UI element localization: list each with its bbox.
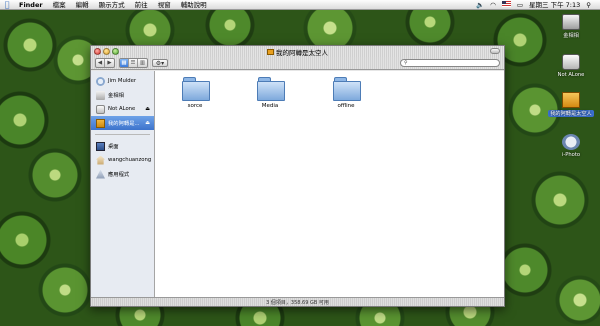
menu-go[interactable]: 前往 bbox=[130, 0, 153, 10]
menu-clock[interactable]: 星期三 下午 7:13 bbox=[526, 0, 583, 10]
toolbar-toggle-button[interactable] bbox=[490, 48, 500, 54]
menu-window[interactable]: 視窗 bbox=[153, 0, 176, 10]
home-icon bbox=[96, 118, 105, 128]
sidebar-divider bbox=[95, 134, 150, 135]
status-bar: 3 個項目，358.69 GB 可用 bbox=[91, 297, 504, 306]
nav-buttons: ◀ ▶ bbox=[95, 58, 115, 68]
menu-edit[interactable]: 編輯 bbox=[71, 0, 94, 10]
menu-file[interactable]: 檔案 bbox=[48, 0, 71, 10]
network-drive-icon bbox=[562, 54, 580, 70]
zoom-button[interactable] bbox=[112, 48, 119, 55]
folder-icon bbox=[257, 77, 285, 101]
desktop-icon-label: i-Photo bbox=[561, 152, 581, 158]
sidebar-item-label: 桌面 bbox=[108, 144, 119, 150]
menu-bar:  Finder 檔案 編輯 顯示方式 前往 視窗 輔助說明 🔈 ◠ ▭ 星期三… bbox=[0, 0, 600, 10]
desktop-icon-label: 我的阿轉是太空人 bbox=[548, 110, 594, 117]
desktop-icon-label: 金相相 bbox=[563, 33, 579, 39]
desktop-icon-iphoto[interactable]: i-Photo bbox=[546, 134, 596, 158]
desktop-icon-home-volume[interactable]: 我的阿轉是太空人 bbox=[546, 92, 596, 117]
menu-help[interactable]: 輔助說明 bbox=[176, 0, 212, 10]
folder-item[interactable]: offline bbox=[326, 77, 366, 109]
desktop-icon-label: Not ALone bbox=[557, 72, 585, 78]
toolbar: ◀ ▶ ▦ ☰ ▥ ⚙▾ ⚲ bbox=[91, 57, 504, 70]
speaker-icon[interactable]: 🔈 bbox=[473, 0, 487, 10]
status-text: 3 個項目，358.69 GB 可用 bbox=[266, 299, 329, 306]
folder-icon bbox=[182, 77, 210, 101]
sidebar-item-label: Not ALone bbox=[108, 106, 136, 112]
sidebar-item-applications[interactable]: 應用程式 bbox=[91, 167, 154, 181]
window-title: 我的阿轉是太空人 bbox=[276, 48, 328, 57]
view-buttons: ▦ ☰ ▥ bbox=[119, 58, 148, 68]
sidebar-item-home-volume[interactable]: 我的阿轉是... ⏏ bbox=[91, 116, 154, 130]
hard-disk-icon bbox=[562, 14, 580, 30]
sidebar-item-not-alone[interactable]: Not ALone ⏏ bbox=[91, 102, 154, 116]
sidebar-item-jim-mulder[interactable]: Jim Mulder bbox=[91, 74, 154, 88]
search-icon: ⚲ bbox=[404, 60, 408, 66]
sidebar-item-label: Jim Mulder bbox=[108, 78, 137, 84]
desktop-icon-hard-disk[interactable]: 金相相 bbox=[546, 14, 596, 39]
minimize-button[interactable] bbox=[103, 48, 110, 55]
home-folder-icon bbox=[267, 48, 274, 55]
menu-finder[interactable]: Finder bbox=[14, 0, 48, 10]
eject-icon[interactable]: ⏏ bbox=[145, 120, 150, 126]
home-folder-icon bbox=[562, 92, 580, 108]
window-controls bbox=[94, 48, 119, 55]
column-view-button[interactable]: ▥ bbox=[138, 59, 147, 67]
search-field[interactable]: ⚲ bbox=[400, 59, 500, 67]
sidebar-item-label: 應用程式 bbox=[108, 172, 130, 178]
folder-icon bbox=[333, 77, 361, 101]
sidebar: Jim Mulder 金相相 Not ALone ⏏ 我的阿轉是... ⏏ 桌面 bbox=[91, 71, 155, 297]
finder-window: 我的阿轉是太空人 ◀ ▶ ▦ ☰ ▥ ⚙▾ ⚲ Jim Mulder 金相相 N… bbox=[90, 45, 505, 307]
drive-icon bbox=[96, 104, 105, 114]
action-menu-button[interactable]: ⚙▾ bbox=[152, 59, 168, 67]
forward-button[interactable]: ▶ bbox=[105, 59, 114, 67]
disk-icon bbox=[96, 90, 105, 100]
back-button[interactable]: ◀ bbox=[96, 59, 105, 67]
menu-view[interactable]: 顯示方式 bbox=[94, 0, 130, 10]
folder-content-area[interactable]: sorce Media offline bbox=[155, 71, 504, 297]
close-button[interactable] bbox=[94, 48, 101, 55]
applications-icon bbox=[96, 169, 105, 179]
list-view-button[interactable]: ☰ bbox=[129, 59, 138, 67]
desktop-icon-not-alone[interactable]: Not ALone bbox=[546, 54, 596, 78]
wifi-icon[interactable]: ◠ bbox=[487, 0, 499, 10]
folder-label: sorce bbox=[187, 103, 203, 109]
sidebar-item-label: 我的阿轉是... bbox=[108, 121, 140, 127]
menu-extras: 🔈 ◠ ▭ 星期三 下午 7:13 ⚲ bbox=[473, 0, 600, 10]
eject-icon[interactable]: ⏏ bbox=[145, 106, 150, 112]
network-icon bbox=[96, 76, 105, 86]
window-titlebar[interactable]: 我的阿轉是太空人 bbox=[91, 46, 504, 57]
search-spotlight-icon[interactable]: ⚲ bbox=[583, 0, 594, 10]
window-body: Jim Mulder 金相相 Not ALone ⏏ 我的阿轉是... ⏏ 桌面 bbox=[91, 71, 504, 297]
house-icon bbox=[96, 155, 105, 165]
desktop-icon bbox=[96, 141, 105, 151]
sidebar-item-disk[interactable]: 金相相 bbox=[91, 88, 154, 102]
icon-view-button[interactable]: ▦ bbox=[120, 59, 129, 67]
flag-icon[interactable] bbox=[499, 0, 514, 10]
apple-icon[interactable]:  bbox=[0, 0, 14, 10]
sidebar-item-desktop[interactable]: 桌面 bbox=[91, 139, 154, 153]
folder-item[interactable]: sorce bbox=[175, 77, 215, 109]
folder-label: offline bbox=[337, 103, 355, 109]
sidebar-item-label: wangchuanzong bbox=[108, 157, 152, 163]
folder-item[interactable]: Media bbox=[250, 77, 290, 109]
battery-icon[interactable]: ▭ bbox=[514, 0, 526, 10]
sidebar-item-home[interactable]: wangchuanzong bbox=[91, 153, 154, 167]
sidebar-item-label: 金相相 bbox=[108, 93, 124, 99]
iphoto-icon bbox=[562, 134, 580, 150]
folder-label: Media bbox=[261, 103, 279, 109]
